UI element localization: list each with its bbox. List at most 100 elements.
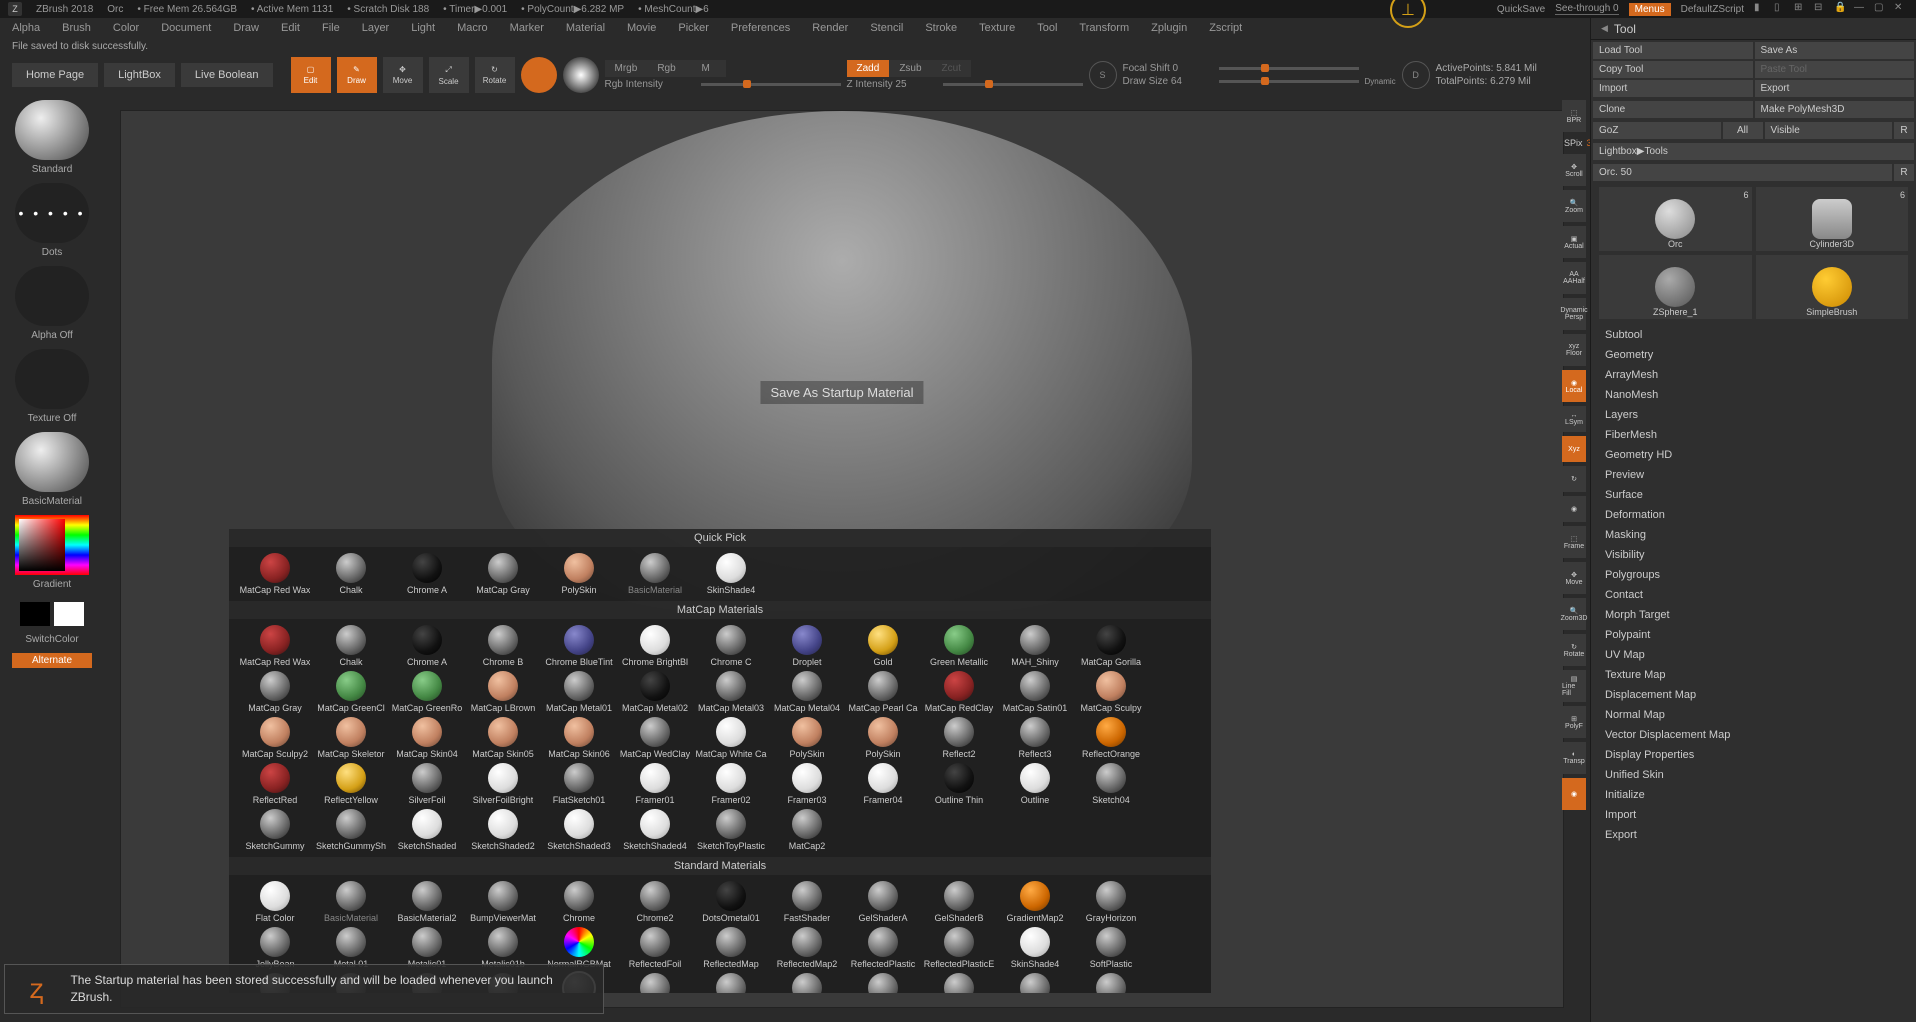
material-sketchshaded4[interactable]: SketchShaded4 [617,807,693,853]
material-matcap-greencl[interactable]: MatCap GreenCl [313,669,389,715]
section-unified-skin[interactable]: Unified Skin [1591,765,1916,785]
visible-button[interactable]: Visible [1765,122,1893,139]
z-intensity-slider[interactable] [943,83,1083,86]
layout2-icon[interactable]: ▯ [1774,2,1788,16]
material-reflectedmap[interactable]: ReflectedMap [693,925,769,971]
material-basicmaterial[interactable]: BasicMaterial [617,551,693,597]
orc-label[interactable]: Orc. 50 [1593,164,1892,181]
local-button[interactable]: ◉Local [1562,370,1586,402]
material-skinshade4[interactable]: SkinShade4 [693,551,769,597]
menu-draw[interactable]: Draw [233,22,259,34]
s-dial-icon[interactable]: S [1089,61,1117,89]
section-vector-displacement-map[interactable]: Vector Displacement Map [1591,725,1916,745]
zcut-tab[interactable]: Zcut [932,60,971,77]
material-framer04[interactable]: Framer04 [845,761,921,807]
dynamic-label[interactable]: Dynamic [1365,77,1396,86]
material-matcap-white-ca[interactable]: MatCap White Ca [693,715,769,761]
material-flatsketch01[interactable]: FlatSketch01 [541,761,617,807]
menu-stencil[interactable]: Stencil [870,22,903,34]
material-chrome-a[interactable]: Chrome A [389,623,465,669]
lock-icon[interactable]: 🔒 [1834,2,1848,16]
menu-stroke[interactable]: Stroke [925,22,957,34]
section-layers[interactable]: Layers [1591,405,1916,425]
material-reflectyellow[interactable]: ReflectYellow [313,761,389,807]
linefill-button[interactable]: ▤Line Fill [1562,670,1586,702]
color-picker[interactable] [15,515,89,575]
material-polyskin[interactable]: PolySkin [769,715,845,761]
export-button[interactable]: Export [1755,80,1915,97]
material-reflectedplastic[interactable]: ReflectedPlastic [845,925,921,971]
material-skinshade4[interactable]: SkinShade4 [997,925,1073,971]
material-sketchshaded3[interactable]: SketchShaded3 [541,807,617,853]
tool-thumb-simplebrush[interactable]: SimpleBrush [1756,255,1909,319]
material-outline[interactable]: Outline [997,761,1073,807]
section-geometry[interactable]: Geometry [1591,345,1916,365]
material-matcap-satin01[interactable]: MatCap Satin01 [997,669,1073,715]
material-matcap-gorilla[interactable]: MatCap Gorilla [1073,623,1149,669]
move-button[interactable]: ✥Move [383,57,423,93]
polyf-button[interactable]: ⊞PolyF [1562,706,1586,738]
material-chalk[interactable]: Chalk [313,623,389,669]
material-blank[interactable] [845,971,921,993]
material-gelshadera[interactable]: GelShaderA [845,879,921,925]
section-masking[interactable]: Masking [1591,525,1916,545]
tool-thumb-zsphere_1[interactable]: ZSphere_1 [1599,255,1752,319]
material-chrome-a[interactable]: Chrome A [389,551,465,597]
menu-light[interactable]: Light [411,22,435,34]
section-initialize[interactable]: Initialize [1591,785,1916,805]
tool-thumb-cylinder3d[interactable]: 6Cylinder3D [1756,187,1909,251]
lsym-button[interactable]: ↔LSym [1562,406,1586,432]
paste-tool-button[interactable]: Paste Tool [1755,61,1915,78]
material-reflectedmap2[interactable]: ReflectedMap2 [769,925,845,971]
material-matcap-lbrown[interactable]: MatCap LBrown [465,669,541,715]
section-preview[interactable]: Preview [1591,465,1916,485]
zsub-tab[interactable]: Zsub [889,60,931,77]
section-texture-map[interactable]: Texture Map [1591,665,1916,685]
extra-button[interactable]: ◉ [1562,778,1586,810]
menu-color[interactable]: Color [113,22,139,34]
material-flat-color[interactable]: Flat Color [237,879,313,925]
rgb-intensity-slider[interactable] [701,83,841,86]
rgb-tab[interactable]: Rgb [647,60,685,77]
lightbox-tools-button[interactable]: Lightbox▶Tools [1593,143,1914,160]
material-chrome-bluetint[interactable]: Chrome BlueTint [541,623,617,669]
circ-button[interactable]: ↻ [1562,466,1586,492]
draw-button[interactable]: ✎Draw [337,57,377,93]
see-through-slider[interactable]: See-through 0 [1555,3,1618,15]
section-normal-map[interactable]: Normal Map [1591,705,1916,725]
material-matcap-skeletor[interactable]: MatCap Skeletor [313,715,389,761]
menu-zscript[interactable]: Zscript [1209,22,1242,34]
alpha-preview[interactable] [15,266,89,326]
clone-button[interactable]: Clone [1593,101,1753,118]
material-framer02[interactable]: Framer02 [693,761,769,807]
scale-button[interactable]: ⤢Scale [429,57,469,93]
copy-tool-button[interactable]: Copy Tool [1593,61,1753,78]
texture-preview[interactable] [15,349,89,409]
brush-round2-button[interactable] [563,57,599,93]
section-fibermesh[interactable]: FiberMesh [1591,425,1916,445]
material-chrome2[interactable]: Chrome2 [617,879,693,925]
material-matcap-metal04[interactable]: MatCap Metal04 [769,669,845,715]
zoom3d-button[interactable]: 🔍Zoom3D [1562,598,1586,630]
material-chrome[interactable]: Chrome [541,879,617,925]
bpr-button[interactable]: ⬚BPR [1562,100,1586,132]
material-reflectedfoil[interactable]: ReflectedFoil [617,925,693,971]
menu-picker[interactable]: Picker [678,22,709,34]
section-displacement-map[interactable]: Displacement Map [1591,685,1916,705]
material-sketchshaded2[interactable]: SketchShaded2 [465,807,541,853]
transp-button[interactable]: ◐Transp [1562,742,1586,774]
tool-panel-title[interactable]: Tool [1591,18,1916,40]
section-display-properties[interactable]: Display Properties [1591,745,1916,765]
material-polyskin[interactable]: PolySkin [541,551,617,597]
material-gold[interactable]: Gold [845,623,921,669]
material-blank[interactable] [693,971,769,993]
material-silverfoilbright[interactable]: SilverFoilBright [465,761,541,807]
menu-brush[interactable]: Brush [62,22,91,34]
alternate-button[interactable]: Alternate [12,653,92,668]
load-tool-button[interactable]: Load Tool [1593,42,1753,59]
r-button[interactable]: R [1894,122,1914,139]
material-droplet[interactable]: Droplet [769,623,845,669]
material-blank[interactable] [769,971,845,993]
section-surface[interactable]: Surface [1591,485,1916,505]
material-mah_shiny[interactable]: MAH_Shiny [997,623,1073,669]
